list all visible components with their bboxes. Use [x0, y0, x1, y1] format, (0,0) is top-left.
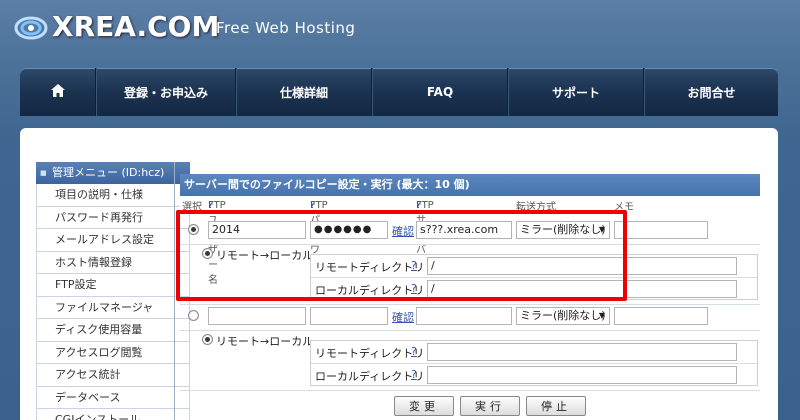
- entry-row: 確認 ミラー(削除なし) ▼: [180, 306, 760, 328]
- help-link[interactable]: ?: [411, 368, 417, 381]
- menu-item-email[interactable]: メールアドレス設定: [36, 229, 190, 252]
- menu-item-access-log[interactable]: アクセスログ閲覧: [36, 341, 190, 364]
- nav-support[interactable]: サポート: [508, 68, 644, 116]
- site-logo[interactable]: XREA.COM: [14, 10, 219, 43]
- nav-specs[interactable]: 仕様詳細: [236, 68, 372, 116]
- row-divider: [311, 363, 757, 364]
- ftp-user-input[interactable]: [208, 307, 306, 325]
- ftp-copy-section: サーバー間でのファイルコピー設定・実行 (最大：10 個) 選択 FTPユーザー…: [180, 174, 760, 416]
- admin-menu-title: 管理メニュー (ID:hcz): [36, 162, 190, 184]
- menu-item-file-manager[interactable]: ファイルマネージャ: [36, 296, 190, 319]
- row-divider: [180, 330, 760, 331]
- menu-item-database[interactable]: データベース: [36, 386, 190, 409]
- confirm-password-link[interactable]: 確認: [392, 309, 414, 325]
- menu-item-host-info[interactable]: ホスト情報登録: [36, 251, 190, 274]
- nav-contact[interactable]: お問合せ: [644, 68, 778, 116]
- site-tagline: Free Web Hosting: [216, 19, 356, 37]
- menu-item-access-stats[interactable]: アクセス統計: [36, 364, 190, 387]
- remote-dir-label: リモートディレクトリ: [315, 347, 425, 360]
- sidebar-divider: [174, 162, 175, 420]
- annotation-highlight-box: [176, 210, 627, 301]
- menu-item-cgi-install[interactable]: CGIインストール: [36, 409, 190, 420]
- entry-select-radio[interactable]: [188, 310, 199, 321]
- nav-home[interactable]: [20, 68, 96, 116]
- nav-faq[interactable]: FAQ: [372, 68, 508, 116]
- row-divider: [180, 390, 760, 391]
- transfer-mode-select[interactable]: ミラー(削除なし) ▼: [516, 307, 610, 325]
- logo-text: XREA.COM: [52, 10, 220, 43]
- site-header: XREA.COM Free Web Hosting: [0, 0, 800, 56]
- local-dir-label: ローカルディレクトリ: [315, 370, 425, 383]
- menu-item-help[interactable]: 項目の説明・仕様: [36, 184, 190, 207]
- help-link[interactable]: ?: [411, 345, 417, 358]
- memo-input[interactable]: [614, 221, 708, 239]
- stop-button[interactable]: 停止: [526, 396, 586, 416]
- memo-input[interactable]: [614, 307, 708, 325]
- direction-label: リモート→ローカル: [216, 335, 314, 348]
- menu-item-ftp[interactable]: FTP設定: [36, 274, 190, 297]
- change-button[interactable]: 変更: [394, 396, 454, 416]
- nav-register[interactable]: 登録・お申込み: [96, 68, 236, 116]
- logo-swirl-icon: [14, 12, 50, 42]
- home-icon: [50, 84, 65, 100]
- direction-radio[interactable]: [202, 334, 213, 345]
- section-title: サーバー間でのファイルコピー設定・実行 (最大：10 個): [180, 174, 760, 196]
- menu-item-disk-usage[interactable]: ディスク使用容量: [36, 319, 190, 342]
- remote-dir-input[interactable]: [427, 343, 737, 361]
- main-nav: 登録・お申込み 仕様詳細 FAQ サポート お問合せ: [20, 68, 778, 116]
- menu-item-password-reset[interactable]: パスワード再発行: [36, 206, 190, 229]
- ftp-password-input[interactable]: [310, 307, 388, 325]
- dropdown-arrow-icon: ▼: [598, 311, 605, 320]
- transfer-mode-value: ミラー(削除なし): [520, 309, 606, 322]
- local-dir-input[interactable]: [427, 366, 737, 384]
- admin-menu: 管理メニュー (ID:hcz) 項目の説明・仕様 パスワード再発行 メールアドレ…: [36, 162, 190, 420]
- row-divider: [180, 304, 760, 305]
- execute-button[interactable]: 実行: [460, 396, 520, 416]
- directory-box: リモートディレクトリ ? ローカルディレクトリ ?: [310, 340, 758, 386]
- ftp-server-input[interactable]: [416, 307, 512, 325]
